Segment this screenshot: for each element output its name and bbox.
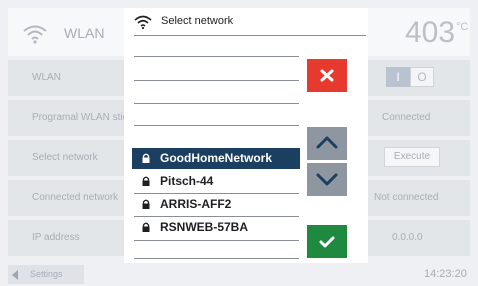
chevron-up-icon <box>316 136 338 149</box>
network-name: RSNWEB-57BA <box>160 220 249 234</box>
checkmark-icon <box>319 236 335 248</box>
settings-back-button: Settings <box>8 265 84 284</box>
lock-icon <box>142 199 150 209</box>
list-divider <box>134 125 299 126</box>
network-item-pitsch-44[interactable]: Pitsch-44 <box>132 171 300 192</box>
back-arrow-icon <box>12 270 18 280</box>
network-item-goodhomenetwork[interactable]: GoodHomeNetwork <box>132 148 300 169</box>
cancel-button[interactable] <box>307 59 347 92</box>
lock-icon <box>142 153 150 163</box>
network-name: Pitsch-44 <box>160 174 214 188</box>
list-divider <box>134 103 299 104</box>
scroll-down-button[interactable] <box>307 163 347 196</box>
row-label: Programal WLAN stic <box>32 112 128 123</box>
list-divider <box>134 258 299 259</box>
lock-icon <box>142 222 150 232</box>
row-value: 0.0.0.0 <box>392 232 423 243</box>
lock-icon <box>142 176 150 186</box>
network-name: GoodHomeNetwork <box>160 151 273 165</box>
row-label: Select network <box>32 152 98 163</box>
title-divider <box>134 35 366 36</box>
dialog-title: Select network <box>161 15 234 27</box>
wifi-icon <box>23 25 47 44</box>
row-label: IP address <box>32 232 80 243</box>
scroll-up-button[interactable] <box>307 127 347 160</box>
list-divider <box>134 80 299 81</box>
toggle-on: I <box>386 67 410 87</box>
temperature-value: 403 <box>405 16 456 49</box>
row-value: Connected <box>382 112 431 123</box>
select-network-dialog: Select network GoodHomeNetwork Pitsch-44… <box>124 8 368 263</box>
wifi-icon <box>134 15 152 29</box>
network-item-arris-aff2[interactable]: ARRIS-AFF2 <box>132 194 300 215</box>
chevron-down-icon <box>316 173 338 186</box>
header-title: WLAN <box>64 25 105 41</box>
temperature-unit: °C <box>456 21 469 33</box>
clock: 14:23:20 <box>424 268 467 280</box>
network-name: ARRIS-AFF2 <box>160 197 232 211</box>
row-value: Not connected <box>374 192 439 203</box>
list-divider <box>134 240 299 241</box>
row-label: Connected network <box>32 192 119 203</box>
execute-button: Execute <box>384 147 440 167</box>
confirm-button[interactable] <box>307 225 347 258</box>
list-divider <box>134 56 299 57</box>
network-item-rsnweb-57ba[interactable]: RSNWEB-57BA <box>132 217 300 238</box>
close-icon <box>320 69 334 82</box>
toggle-off: O <box>410 67 434 87</box>
wlan-toggle: I O <box>386 67 434 87</box>
row-label: WLAN <box>32 72 61 83</box>
